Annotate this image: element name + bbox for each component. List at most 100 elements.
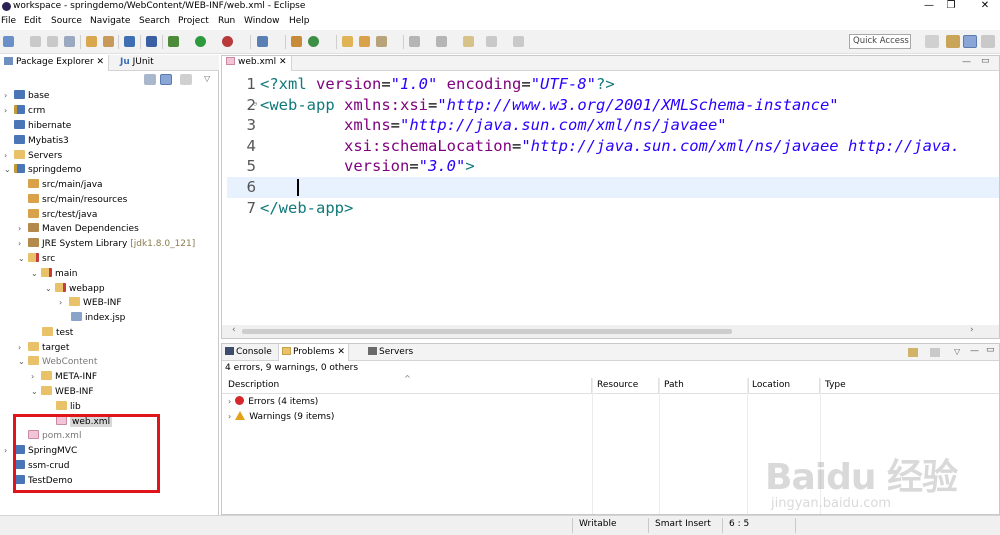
maximize-view-icon[interactable]: ▭ — [981, 56, 990, 66]
tree-item-mybatis3[interactable]: Mybatis3 — [14, 134, 69, 148]
close-icon[interactable]: ✕ — [337, 347, 345, 357]
column-path[interactable]: Path — [660, 378, 749, 393]
external-tools-icon[interactable] — [222, 36, 233, 47]
chevron-down-icon[interactable]: ⌄ — [45, 282, 55, 296]
chevron-right-icon[interactable]: › — [18, 237, 28, 251]
code-editor[interactable]: 1 2 3 4 5 6 7 ⊖ <?xml version="1.0" enco… — [222, 72, 999, 325]
tree-item-crm[interactable]: › crm — [4, 104, 45, 118]
tree-item-servers[interactable]: › Servers — [4, 149, 62, 163]
last-edit-icon[interactable] — [463, 36, 474, 47]
chevron-right-icon[interactable]: › — [228, 412, 231, 421]
open-perspective-icon[interactable] — [925, 35, 939, 48]
save-icon[interactable] — [30, 36, 41, 47]
new-package-icon[interactable] — [291, 36, 302, 47]
filter-icon[interactable] — [930, 348, 940, 357]
chevron-down-icon[interactable]: ⌄ — [31, 385, 41, 399]
fold-icon[interactable]: ⊖ — [253, 100, 257, 108]
java-perspective-icon[interactable] — [963, 35, 977, 48]
problem-group-warnings[interactable]: › Warnings (9 items) — [228, 410, 334, 424]
tree-item-test[interactable]: test — [42, 326, 73, 340]
tree-item-src-main-resources[interactable]: src/main/resources — [28, 193, 127, 207]
tree-item-springdemo[interactable]: ⌄ springdemo — [4, 163, 82, 177]
problem-group-errors[interactable]: › Errors (4 items) — [228, 395, 318, 409]
menu-project[interactable]: Project — [178, 16, 209, 26]
print-icon[interactable] — [64, 36, 75, 47]
close-button[interactable]: ✕ — [976, 0, 994, 12]
scrollbar-thumb[interactable] — [242, 329, 732, 334]
tree-item-lib[interactable]: lib — [56, 400, 81, 414]
tree-item-src-main-java[interactable]: src/main/java — [28, 178, 103, 192]
debug-icon[interactable] — [168, 36, 179, 47]
chevron-right-icon[interactable]: › — [4, 104, 14, 118]
java-ee-perspective-icon[interactable] — [946, 35, 960, 48]
menu-file[interactable]: File — [1, 16, 16, 26]
tab-package-explorer[interactable]: Package Explorer ✕ — [0, 55, 110, 71]
tree-item-meta-inf[interactable]: › META-INF — [31, 370, 97, 384]
new-java-project-icon[interactable] — [257, 36, 268, 47]
tab-console[interactable]: Console — [222, 344, 275, 361]
folder-icon[interactable] — [359, 36, 370, 47]
tree-item-hibernate[interactable]: hibernate — [14, 119, 71, 133]
quick-access-input[interactable]: Quick Access — [849, 34, 911, 49]
new-icon[interactable] — [3, 36, 14, 47]
menu-source[interactable]: Source — [51, 16, 82, 26]
chevron-right-icon[interactable]: › — [31, 370, 41, 384]
tree-item-jre-system-library[interactable]: › JRE System Library [jdk1.8.0_121] — [18, 237, 195, 251]
chevron-down-icon[interactable]: ⌄ — [18, 355, 28, 369]
link-with-editor-icon[interactable] — [160, 74, 172, 85]
focus-icon[interactable] — [180, 74, 192, 85]
terminal-icon[interactable] — [124, 36, 135, 47]
tree-item-target[interactable]: › target — [18, 341, 69, 355]
tree-item-base[interactable]: › base — [4, 89, 49, 103]
menu-run[interactable]: Run — [218, 16, 235, 26]
tree-item-src-test-java[interactable]: src/test/java — [28, 208, 97, 222]
chevron-down-icon[interactable]: ⌄ — [18, 252, 28, 266]
focus-on-workbench-icon[interactable] — [908, 348, 918, 357]
view-menu-icon[interactable]: ▽ — [204, 74, 216, 85]
chevron-right-icon[interactable]: › — [4, 89, 14, 103]
minimize-view-icon[interactable]: — — [970, 346, 979, 356]
menu-search[interactable]: Search — [139, 16, 170, 26]
pen-icon[interactable] — [376, 36, 387, 47]
tree-item-web-inf[interactable]: ⌄ WEB-INF — [31, 385, 94, 399]
tab-web-xml[interactable]: web.xml ✕ — [222, 56, 292, 71]
view-menu-icon[interactable]: ▽ — [954, 347, 960, 356]
open-type-icon[interactable] — [86, 36, 97, 47]
column-location[interactable]: Location — [748, 378, 820, 393]
chevron-down-icon[interactable]: ⌄ — [4, 163, 14, 177]
column-resource[interactable]: Resource — [593, 378, 659, 393]
minimize-view-icon[interactable]: — — [962, 57, 971, 67]
save-all-icon[interactable] — [47, 36, 58, 47]
chevron-right-icon[interactable]: › — [18, 222, 28, 236]
prev-annotation-icon[interactable] — [436, 36, 447, 47]
tree-item-webapp[interactable]: ⌄ webapp — [45, 282, 105, 296]
menu-window[interactable]: Window — [244, 16, 280, 26]
scroll-left-icon[interactable]: ‹ — [232, 325, 236, 335]
tree-item-index-jsp[interactable]: index.jsp — [71, 311, 125, 325]
new-class-icon[interactable] — [308, 36, 319, 47]
tree-item-src[interactable]: ⌄ src — [18, 252, 55, 266]
maximize-button[interactable]: ❐ — [942, 0, 960, 12]
debug-perspective-icon[interactable] — [981, 35, 995, 48]
next-annotation-icon[interactable] — [409, 36, 420, 47]
minimize-button[interactable]: — — [920, 0, 938, 12]
chevron-right-icon[interactable]: › — [4, 149, 14, 163]
scroll-right-icon[interactable]: › — [970, 325, 974, 335]
column-type[interactable]: Type — [821, 378, 921, 393]
tab-junit[interactable]: Ju JUnit — [116, 55, 158, 71]
chevron-right-icon[interactable]: › — [59, 296, 69, 310]
back-icon[interactable] — [486, 36, 497, 47]
horizontal-scrollbar[interactable]: ‹ › — [222, 325, 999, 338]
tree-item-webapp-web-inf[interactable]: › WEB-INF — [59, 296, 122, 310]
tab-problems[interactable]: Problems ✕ — [278, 344, 349, 361]
run-icon[interactable] — [195, 36, 206, 47]
chevron-down-icon[interactable]: ⌄ — [31, 267, 41, 281]
collapse-all-icon[interactable] — [144, 74, 156, 85]
maximize-view-icon[interactable]: ▭ — [986, 345, 995, 355]
tree-item-webcontent[interactable]: ⌄ WebContent — [18, 355, 97, 369]
chevron-right-icon[interactable]: › — [18, 341, 28, 355]
forward-icon[interactable] — [513, 36, 524, 47]
close-icon[interactable]: ✕ — [279, 57, 287, 67]
chevron-right-icon[interactable]: › — [228, 397, 231, 406]
tab-servers[interactable]: Servers — [365, 344, 416, 361]
